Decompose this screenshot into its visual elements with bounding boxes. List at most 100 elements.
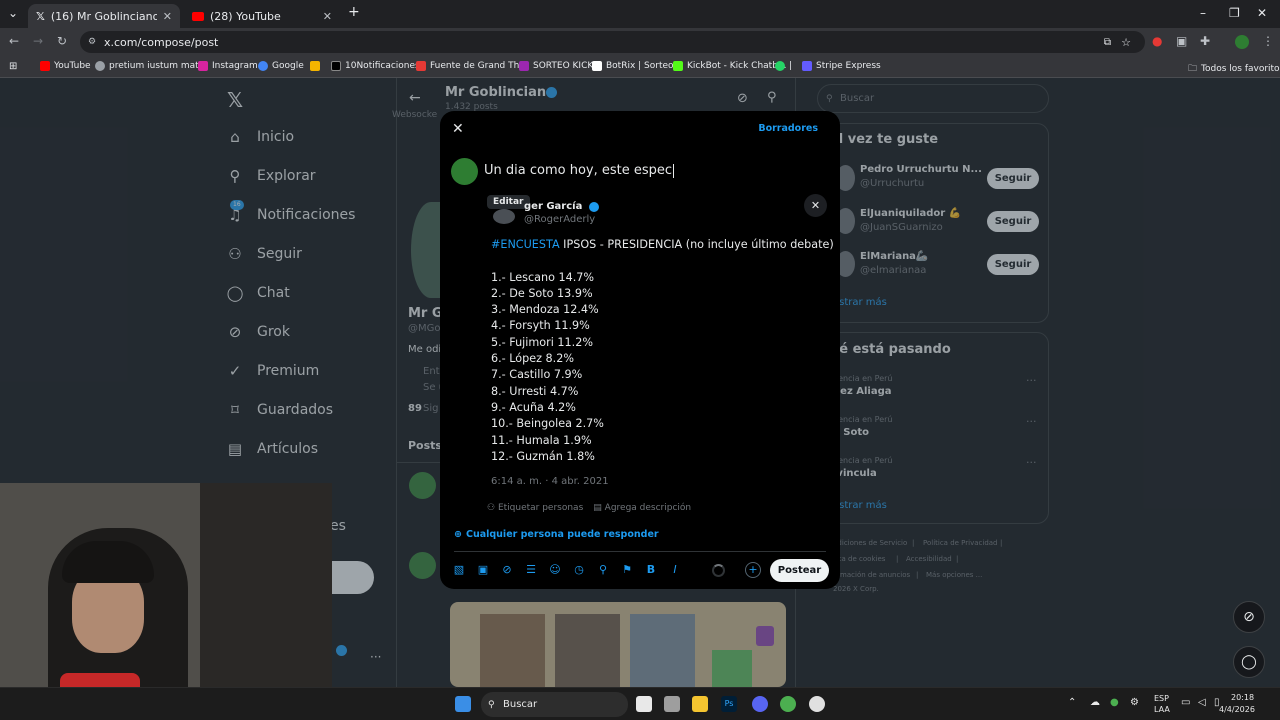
extensions-puzzle-icon[interactable]: ✚ [1200, 34, 1210, 48]
youtube-icon [192, 11, 204, 21]
emoji-icon[interactable]: ☺ [548, 563, 562, 577]
tab-x-profile[interactable]: 𝕏 (16) Mr Goblinciano (@MGoblin ✕ [28, 4, 180, 28]
extension-red-icon[interactable]: ● [1152, 34, 1162, 48]
poll-icon[interactable]: ☰ [524, 563, 538, 577]
app-icon[interactable] [664, 696, 680, 712]
task-view-icon[interactable] [636, 696, 652, 712]
profile-avatar[interactable] [1235, 35, 1249, 49]
tab-search-chevron-icon[interactable]: ⌄ [8, 6, 18, 20]
quoted-avatar [493, 209, 515, 224]
gif-icon[interactable]: ▣ [476, 563, 490, 577]
bot-icon [592, 61, 602, 71]
network-icon[interactable]: ▭ [1181, 697, 1190, 708]
bookmark-botrix[interactable]: BotRix | Sorteos [592, 61, 678, 71]
minimize-icon[interactable]: – [1200, 6, 1206, 20]
reply-setting-button[interactable]: ⊕ Cualquier persona puede responder [454, 529, 659, 540]
site-info-icon[interactable]: ⚙ [88, 37, 96, 47]
drafts-button[interactable]: Borradores [758, 123, 818, 134]
compose-textarea[interactable]: Un dia como hoy, este espec [484, 163, 675, 178]
tray-icon[interactable]: ● [1110, 697, 1119, 708]
new-tab-icon[interactable]: + [348, 4, 360, 20]
url-text: x.com/compose/post [104, 35, 219, 49]
globe-icon: ⊕ [454, 529, 462, 540]
tray-icon[interactable]: ☁ [1090, 697, 1100, 708]
bookmark-fuente-gta[interactable]: Fuente de Grand Th... [416, 61, 528, 71]
poll-line: 7.- Castillo 7.9% [491, 368, 583, 382]
taskbar-search[interactable]: ⚲ Buscar [481, 692, 628, 717]
poll-line: 11.- Humala 1.9% [491, 433, 592, 447]
tab-close-icon[interactable]: ✕ [323, 10, 332, 23]
volume-icon[interactable]: ◁ [1198, 697, 1206, 708]
poll-line: 6.- López 8.2% [491, 352, 574, 366]
remove-quote-close-icon[interactable]: ✕ [804, 194, 827, 217]
location-icon[interactable]: ⚲ [596, 563, 610, 577]
tray-icon[interactable]: ⚙ [1130, 697, 1139, 708]
window-close-icon[interactable]: ✕ [1257, 6, 1267, 20]
all-bookmarks[interactable]: 🗀 Todos los favoritos [1188, 61, 1280, 77]
tray-chevron-icon[interactable]: ⌃ [1068, 697, 1076, 708]
x-icon [331, 61, 341, 71]
folder-icon: 🗀 [1188, 64, 1198, 74]
x-icon: 𝕏 [36, 9, 45, 23]
browser-toolbar: ← → ↻ ⚙ x.com/compose/post ⧉ ☆ ● ▣ ✚ ⋮ [0, 28, 1280, 56]
close-icon[interactable]: ✕ [452, 121, 464, 137]
menu-icon[interactable]: ⋮ [1262, 34, 1274, 48]
discord-icon[interactable] [752, 696, 768, 712]
bookmark-sorteo-kick[interactable]: SORTEO KICK [519, 61, 593, 71]
post-button[interactable]: Postear [770, 559, 829, 582]
search-icon: ⚲ [488, 699, 495, 710]
bookmark-youtube[interactable]: YouTube [40, 61, 91, 71]
chrome-icon[interactable] [780, 696, 796, 712]
add-post-icon[interactable]: + [745, 562, 761, 578]
google-icon [258, 61, 268, 71]
quoted-author-name: ger García [524, 201, 583, 212]
flag-icon[interactable]: ⚑ [620, 563, 634, 577]
bookmark-kickbot[interactable]: KickBot - Kick Chatb... [673, 61, 787, 71]
text-caret [673, 163, 675, 178]
add-description-link[interactable]: ▤ Agrega descripción [593, 503, 691, 513]
grok-icon[interactable]: ⊘ [500, 563, 514, 577]
clock-time[interactable]: 20:18 [1231, 693, 1254, 702]
windows-start-icon[interactable] [455, 696, 471, 712]
install-app-icon[interactable]: ⧉ [1104, 37, 1111, 48]
webcam-dark-panel [200, 483, 332, 720]
bookmark-pretium[interactable]: pretium iustum mat... [95, 61, 207, 71]
chat-fab-icon[interactable]: ◯ [1233, 646, 1265, 678]
tab-label: (16) Mr Goblinciano (@MGoblin [50, 9, 157, 23]
app-icon[interactable] [809, 696, 825, 712]
avatar[interactable] [451, 158, 478, 185]
reload-icon[interactable]: ↻ [57, 34, 67, 48]
image-icon[interactable]: ▧ [452, 563, 466, 577]
quoted-headline: #ENCUESTA IPSOS - PRESIDENCIA (no incluy… [491, 238, 834, 251]
extension-icon[interactable]: ▣ [1176, 34, 1187, 48]
tab-youtube[interactable]: (28) YouTube ✕ [184, 4, 340, 28]
maximize-icon[interactable]: ❐ [1229, 6, 1240, 20]
bookmark-whatsapp[interactable]: | [775, 61, 792, 71]
tag-people-link[interactable]: ⚇ Etiquetar personas [487, 503, 583, 513]
italic-icon[interactable]: I [668, 563, 682, 577]
photoshop-icon[interactable]: Ps [721, 696, 737, 712]
schedule-icon[interactable]: ◷ [572, 563, 586, 577]
poll-line: 3.- Mendoza 12.4% [491, 303, 599, 317]
bookmark-instagram[interactable]: Instagram [198, 61, 258, 71]
hashtag-link[interactable]: #ENCUESTA [491, 238, 560, 251]
quoted-post-body: #ENCUESTA IPSOS - PRESIDENCIA (no incluy… [491, 237, 834, 465]
bookmark-10notificaciones[interactable]: 10Notificaciones [331, 61, 420, 71]
apps-grid-icon[interactable]: ⊞ [9, 61, 17, 72]
file-explorer-icon[interactable] [692, 696, 708, 712]
bold-icon[interactable]: B [644, 563, 658, 577]
back-icon[interactable]: ← [9, 34, 19, 48]
grok-fab-icon[interactable]: ⊘ [1233, 601, 1265, 633]
bookmark-colorful[interactable] [310, 61, 320, 71]
forward-icon[interactable]: → [33, 34, 43, 48]
clock-date: 4/4/2026 [1219, 705, 1255, 714]
bookmark-google[interactable]: Google [258, 61, 304, 71]
tab-close-icon[interactable]: ✕ [163, 10, 172, 23]
bookmark-stripe[interactable]: Stripe Express [802, 61, 881, 71]
language-indicator[interactable]: ESP [1154, 694, 1169, 703]
star-icon[interactable]: ☆ [1121, 36, 1131, 49]
address-bar[interactable]: ⚙ x.com/compose/post ⧉ ☆ [80, 31, 1145, 53]
youtube-icon [40, 61, 50, 71]
quoted-author-handle: @RogerAderly [524, 214, 596, 225]
character-counter-icon [712, 564, 725, 577]
